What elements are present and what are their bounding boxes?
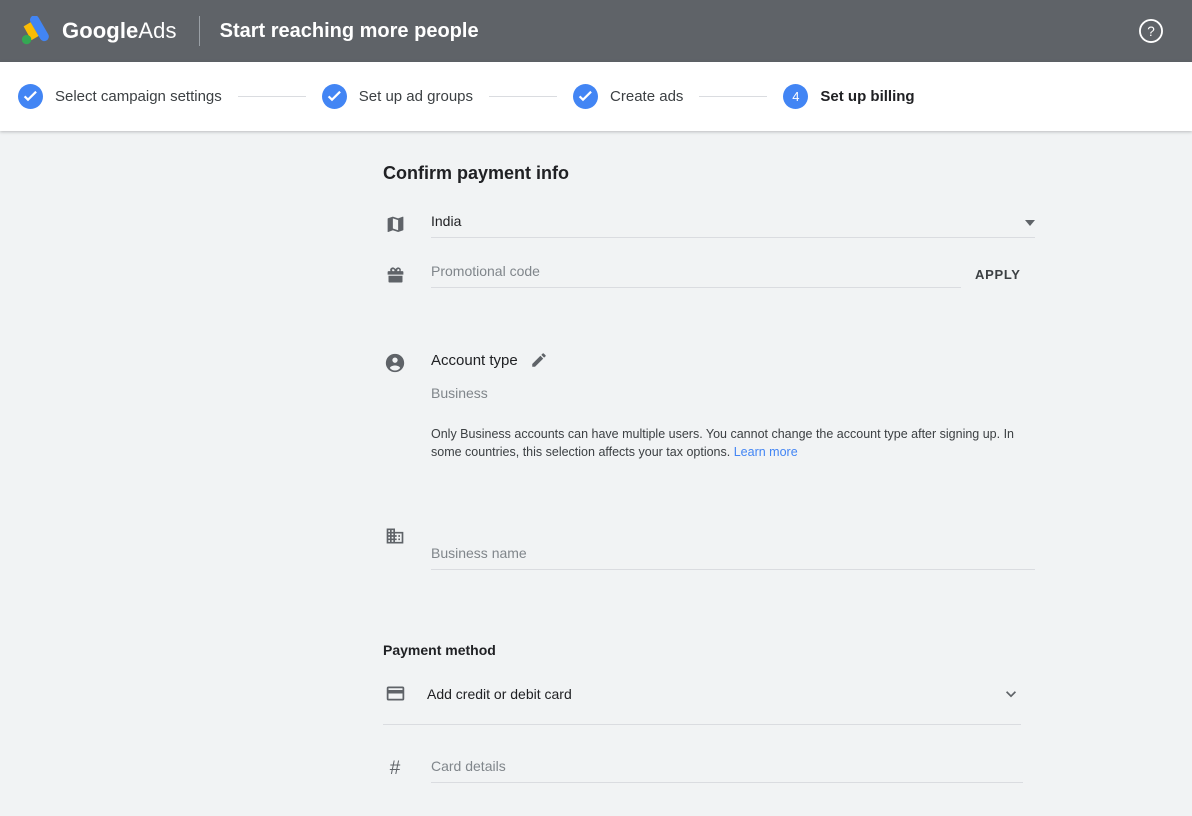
step-select-campaign-settings[interactable]: Select campaign settings bbox=[18, 84, 222, 109]
account-type-help-body: Only Business accounts can have multiple… bbox=[431, 427, 1014, 459]
business-name-input[interactable]: Business name bbox=[431, 544, 1035, 570]
step-complete-check-icon bbox=[18, 84, 43, 109]
brand-text: GoogleAds bbox=[62, 18, 177, 44]
account-circle-icon bbox=[383, 351, 407, 375]
hash-glyph: # bbox=[390, 759, 401, 778]
payment-method-title: Payment method bbox=[383, 642, 1035, 658]
business-name-row: Business name bbox=[383, 526, 1035, 570]
promo-code-row: Promotional code APPLY bbox=[383, 262, 1035, 288]
step-label: Select campaign settings bbox=[55, 88, 222, 105]
brand-lockup: GoogleAds bbox=[18, 16, 177, 46]
svg-text:?: ? bbox=[1147, 24, 1155, 39]
brand-google-label: Google bbox=[62, 18, 138, 43]
step-connector bbox=[238, 96, 306, 97]
payment-form: Confirm payment info India bbox=[383, 163, 1035, 783]
step-number-badge: 4 bbox=[783, 84, 808, 109]
country-select[interactable]: India bbox=[431, 212, 1035, 238]
step-create-ads[interactable]: Create ads bbox=[573, 84, 683, 109]
account-type-help-text: Only Business accounts can have multiple… bbox=[431, 425, 1031, 461]
account-type-label: Account type bbox=[431, 352, 518, 369]
promo-code-body: Promotional code APPLY bbox=[431, 262, 1035, 288]
account-type-header: Account type bbox=[431, 351, 1035, 369]
step-complete-check-icon bbox=[322, 84, 347, 109]
chevron-down-icon bbox=[1001, 684, 1021, 704]
main-content: Confirm payment info India bbox=[0, 131, 1192, 783]
app-header: GoogleAds Start reaching more people ? bbox=[0, 0, 1192, 62]
step-label: Set up billing bbox=[820, 88, 914, 105]
card-details-row: # Card details bbox=[383, 755, 1035, 783]
business-building-icon bbox=[383, 524, 407, 548]
brand-ads-label: Ads bbox=[138, 18, 176, 43]
step-label: Create ads bbox=[610, 88, 683, 105]
add-card-label: Add credit or debit card bbox=[427, 686, 1001, 702]
business-name-body: Business name bbox=[431, 526, 1035, 570]
header-divider bbox=[199, 16, 200, 46]
promo-code-input[interactable]: Promotional code bbox=[431, 262, 961, 288]
help-circle-icon[interactable]: ? bbox=[1138, 18, 1164, 44]
apply-promo-button[interactable]: APPLY bbox=[975, 267, 1021, 284]
card-details-body: Card details bbox=[431, 755, 1035, 783]
country-field-row: India bbox=[383, 212, 1035, 238]
map-icon bbox=[383, 212, 407, 236]
step-label: Set up ad groups bbox=[359, 88, 473, 105]
learn-more-link[interactable]: Learn more bbox=[734, 445, 798, 459]
country-selected-value: India bbox=[431, 212, 1025, 230]
add-card-option[interactable]: Add credit or debit card bbox=[383, 682, 1021, 725]
chevron-down-icon bbox=[1025, 220, 1035, 226]
account-type-row: Account type Business Only Business acco… bbox=[383, 351, 1035, 474]
country-field-body: India bbox=[431, 212, 1035, 238]
gift-icon bbox=[383, 263, 407, 287]
step-complete-check-icon bbox=[573, 84, 598, 109]
account-type-body: Account type Business Only Business acco… bbox=[431, 351, 1035, 474]
page-title: Confirm payment info bbox=[383, 163, 1035, 184]
page-subtitle: Start reaching more people bbox=[220, 20, 479, 43]
hash-icon: # bbox=[383, 757, 407, 781]
card-details-input[interactable]: Card details bbox=[431, 757, 1023, 783]
step-connector bbox=[489, 96, 557, 97]
step-set-up-billing[interactable]: 4 Set up billing bbox=[783, 84, 914, 109]
google-ads-logo-icon bbox=[18, 16, 52, 46]
account-type-value: Business bbox=[431, 385, 1035, 401]
step-connector bbox=[699, 96, 767, 97]
step-number-label: 4 bbox=[792, 90, 799, 103]
payment-method-section: Payment method Add credit or debit card … bbox=[383, 642, 1035, 783]
credit-card-icon bbox=[383, 682, 407, 706]
progress-stepper: Select campaign settings Set up ad group… bbox=[0, 62, 1192, 131]
step-set-up-ad-groups[interactable]: Set up ad groups bbox=[322, 84, 473, 109]
pencil-icon[interactable] bbox=[530, 351, 548, 369]
